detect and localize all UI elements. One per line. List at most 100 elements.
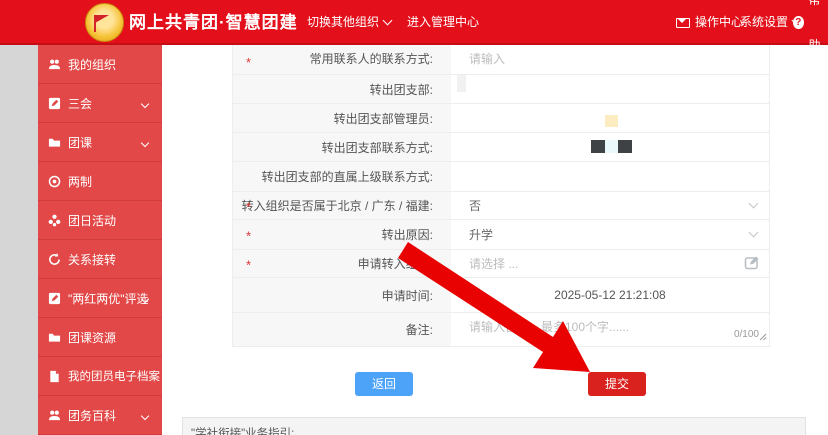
folder-icon <box>48 136 61 149</box>
pencil-square-icon <box>48 97 61 110</box>
sidebar-item-label: "两红两优"评选 <box>68 290 149 307</box>
sidebar-item-sanhui[interactable]: 三会 <box>38 84 162 123</box>
sidebar-item-label: 我的组织 <box>68 56 116 73</box>
app-window: 网上共青团·智慧团建 切换其他组织 进入管理中心 操作中心 系统设置 ? 帮助 … <box>0 0 828 435</box>
required-asterisk: * <box>246 55 251 70</box>
sidebar-item-label: 团务百科 <box>68 407 116 424</box>
sidebar-item-lianghong-liangyou[interactable]: "两红两优"评选 <box>38 279 162 318</box>
league-emblem-logo <box>85 3 124 42</box>
char-counter: 0/100 <box>734 329 759 340</box>
superior-contact-value <box>451 162 769 191</box>
input-placeholder: 请输入 <box>469 50 505 67</box>
field-label: 申请时间: <box>233 278 451 312</box>
sidebar-item-label: 三会 <box>68 95 92 112</box>
form-row-superior-contact: 转出团支部的直属上级联系方式: <box>233 162 769 192</box>
transfer-reason-select[interactable]: 升学 <box>451 220 769 249</box>
question-icon: ? <box>793 16 804 29</box>
field-label: 转出团支部管理员: <box>233 104 451 132</box>
system-settings-menu[interactable]: 系统设置 <box>740 0 800 45</box>
operation-center-link[interactable]: 操作中心 <box>676 0 743 45</box>
sidebar-item-label: 关系接转 <box>68 251 116 268</box>
field-label: *转出原因: <box>233 220 451 249</box>
textarea-placeholder: 请输入备注，最多100个字...... <box>469 318 629 335</box>
sidebar-item-league-day-activity[interactable]: 团日活动 <box>38 201 162 240</box>
required-asterisk: * <box>246 257 251 272</box>
sidebar-item-label: 团课资源 <box>68 329 116 346</box>
switch-org-label: 切换其他组织 <box>307 0 379 45</box>
sidebar-item-tuanke[interactable]: 团课 <box>38 123 162 162</box>
form-row-region-select: *转入组织是否属于北京 / 广东 / 福建: 否 <box>233 192 769 220</box>
chevron-down-icon <box>749 227 759 237</box>
system-settings-label: 系统设置 <box>740 0 788 45</box>
form-row-out-branch: 转出团支部: <box>233 75 769 104</box>
selected-value: 否 <box>469 197 481 214</box>
help-link[interactable]: ? 帮助 <box>793 0 828 45</box>
top-header: 网上共青团·智慧团建 切换其他组织 进入管理中心 操作中心 系统设置 ? 帮助 <box>0 0 828 45</box>
redaction-block <box>457 75 466 92</box>
sidebar-item-label: 我的团员电子档案 <box>68 368 160 384</box>
chevron-down-icon <box>749 198 759 208</box>
form-row-target-organization: *申请转入组织: 请选择 ... <box>233 250 769 278</box>
sidebar-item-tuanke-resources[interactable]: 团课资源 <box>38 318 162 357</box>
transfer-form-table: *常用联系人的联系方式: 请输入 转出团支部: 转出团支部管理员: 转出团支部联… <box>232 45 770 347</box>
sidebar-item-liangzhi[interactable]: 两制 <box>38 162 162 201</box>
contact-method-input[interactable]: 请输入 <box>451 45 769 74</box>
redaction-block <box>605 115 618 127</box>
field-label: 转出团支部: <box>233 75 451 103</box>
sidebar-item-label: 两制 <box>68 173 92 190</box>
switch-org-menu[interactable]: 切换其他组织 <box>307 0 391 45</box>
field-label: *转入组织是否属于北京 / 广东 / 福建: <box>233 192 451 219</box>
redaction-block <box>618 140 632 153</box>
people-icon <box>48 58 61 71</box>
required-asterisk: * <box>246 228 251 243</box>
help-label: 帮助 <box>809 0 828 68</box>
form-row-out-branch-contact: 转出团支部联系方式: <box>233 133 769 162</box>
redaction-block <box>591 140 605 153</box>
field-label: 转出团支部的直属上级联系方式: <box>233 162 451 191</box>
apply-time-value: 2025-05-12 21:21:08 <box>451 278 769 312</box>
redaction-block <box>605 140 618 153</box>
sidebar-item-label: 团课 <box>68 134 92 151</box>
field-label: 备注: <box>233 313 451 346</box>
sidebar-item-label: 团日活动 <box>68 212 116 229</box>
field-label: 转出团支部联系方式: <box>233 133 451 161</box>
target-organization-picker[interactable]: 请选择 ... <box>451 250 769 277</box>
app-title: 网上共青团·智慧团建 <box>129 0 298 45</box>
chevron-down-icon <box>141 100 149 108</box>
sidebar-item-relationship-transfer[interactable]: 关系接转 <box>38 240 162 279</box>
enter-admin-label: 进入管理中心 <box>407 0 479 45</box>
edit-icon[interactable] <box>744 254 761 273</box>
selected-value: 升学 <box>469 226 493 243</box>
business-guide-panel: "学社衔接"业务指引: <box>182 417 806 435</box>
folder-icon <box>48 331 61 344</box>
flag-icon <box>95 15 109 23</box>
form-row-apply-time: 申请时间: 2025-05-12 21:21:08 <box>233 278 769 313</box>
chevron-down-icon <box>383 16 393 26</box>
envelope-icon <box>676 18 690 28</box>
required-asterisk: * <box>246 199 251 214</box>
sidebar-item-my-organization[interactable]: 我的组织 <box>38 45 162 84</box>
input-placeholder: 请选择 ... <box>469 255 518 272</box>
pencil-square-icon <box>48 292 61 305</box>
field-label: *申请转入组织: <box>233 250 451 277</box>
enter-admin-link[interactable]: 进入管理中心 <box>407 0 479 45</box>
resize-grip-icon[interactable] <box>759 330 767 344</box>
form-row-remarks: 备注: 请输入备注，最多100个字...... 0/100 <box>233 313 769 347</box>
refresh-icon <box>48 253 61 266</box>
chevron-down-icon <box>141 139 149 147</box>
operation-center-label: 操作中心 <box>695 0 743 45</box>
remarks-textarea[interactable]: 请输入备注，最多100个字...... 0/100 <box>451 313 769 346</box>
target-icon <box>48 175 61 188</box>
region-select[interactable]: 否 <box>451 192 769 219</box>
out-branch-value <box>451 75 769 103</box>
back-button[interactable]: 返回 <box>355 372 413 396</box>
chevron-down-icon <box>141 412 149 420</box>
left-gutter <box>0 45 38 435</box>
submit-button[interactable]: 提交 <box>588 372 646 396</box>
form-row-contact-method: *常用联系人的联系方式: 请输入 <box>233 45 769 75</box>
sidebar-item-league-affairs-wiki[interactable]: 团务百科 <box>38 396 162 435</box>
field-label: *常用联系人的联系方式: <box>233 45 451 74</box>
sidebar-item-my-member-earchive[interactable]: 我的团员电子档案 <box>38 357 162 396</box>
form-row-out-branch-admin: 转出团支部管理员: <box>233 104 769 133</box>
document-icon <box>48 370 61 383</box>
